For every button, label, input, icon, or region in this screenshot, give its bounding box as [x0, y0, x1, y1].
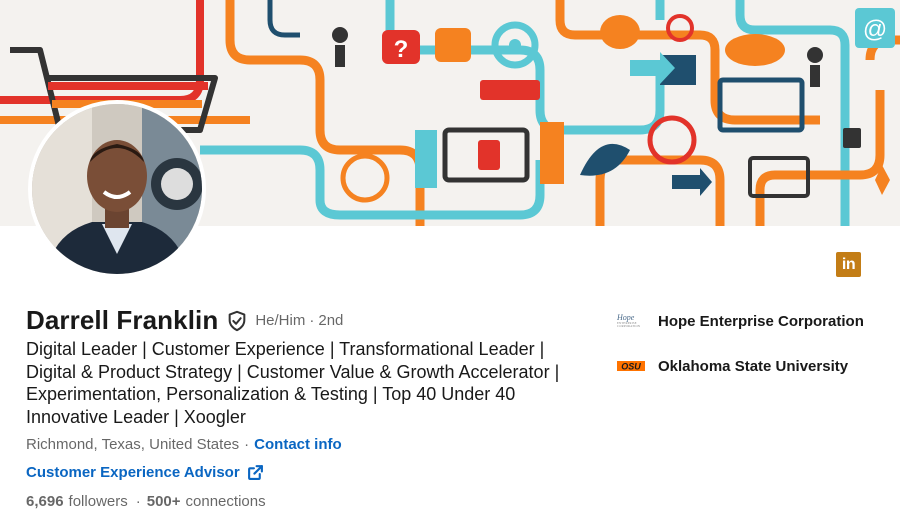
website-link[interactable]: Customer Experience Advisor: [26, 464, 240, 481]
connection-degree: 2nd: [318, 312, 344, 329]
profile-card: ? @ in Darrell Franklin He/Him · 2nd Dig…: [0, 0, 900, 517]
shield-check-icon[interactable]: [226, 310, 248, 332]
hope-enterprise-logo: Hope ENTERPRISE CORPORATION: [617, 311, 647, 331]
pronouns: He/Him: [255, 312, 306, 329]
org-hope-enterprise[interactable]: Hope ENTERPRISE CORPORATION Hope Enterpr…: [617, 310, 887, 332]
hope-logo-subtext: ENTERPRISE CORPORATION: [617, 321, 641, 328]
osu-logo-text: OSU: [621, 362, 641, 372]
linkedin-icon[interactable]: in: [836, 252, 861, 277]
connections-label: connections: [185, 493, 266, 510]
brand-logo-text: in: [841, 255, 856, 273]
website-row[interactable]: Customer Experience Advisor: [26, 464, 264, 481]
org-oklahoma-state[interactable]: OSU Oklahoma State University: [617, 355, 887, 377]
org-name[interactable]: Hope Enterprise Corporation: [658, 313, 864, 330]
organizations-list: Hope ENTERPRISE CORPORATION Hope Enterpr…: [617, 310, 887, 400]
name-row: Darrell Franklin He/Him · 2nd: [26, 305, 343, 336]
profile-location: Richmond, Texas, United States: [26, 436, 240, 453]
followers-label: followers: [68, 493, 128, 510]
followers-count[interactable]: 6,696: [26, 493, 64, 510]
profile-headline: Digital Leader | Customer Experience | T…: [26, 339, 560, 427]
contact-info-link[interactable]: Contact info: [254, 436, 342, 453]
profile-photo[interactable]: [28, 100, 206, 278]
svg-text:@: @: [863, 16, 887, 43]
separator-dot: ·: [244, 436, 250, 453]
separator-dot: ·: [135, 493, 141, 510]
network-stats: 6,696 followers · 500+ connections: [26, 493, 266, 510]
org-name[interactable]: Oklahoma State University: [658, 358, 848, 375]
separator-dot: ·: [309, 312, 315, 329]
svg-text:?: ?: [394, 36, 409, 63]
external-link-icon: [247, 464, 264, 481]
osu-logo: OSU: [617, 356, 647, 376]
avatar-image: [32, 104, 202, 274]
location-row: Richmond, Texas, United States · Contact…: [26, 436, 342, 453]
connections-count[interactable]: 500+: [147, 493, 181, 510]
profile-name: Darrell Franklin: [26, 305, 219, 335]
